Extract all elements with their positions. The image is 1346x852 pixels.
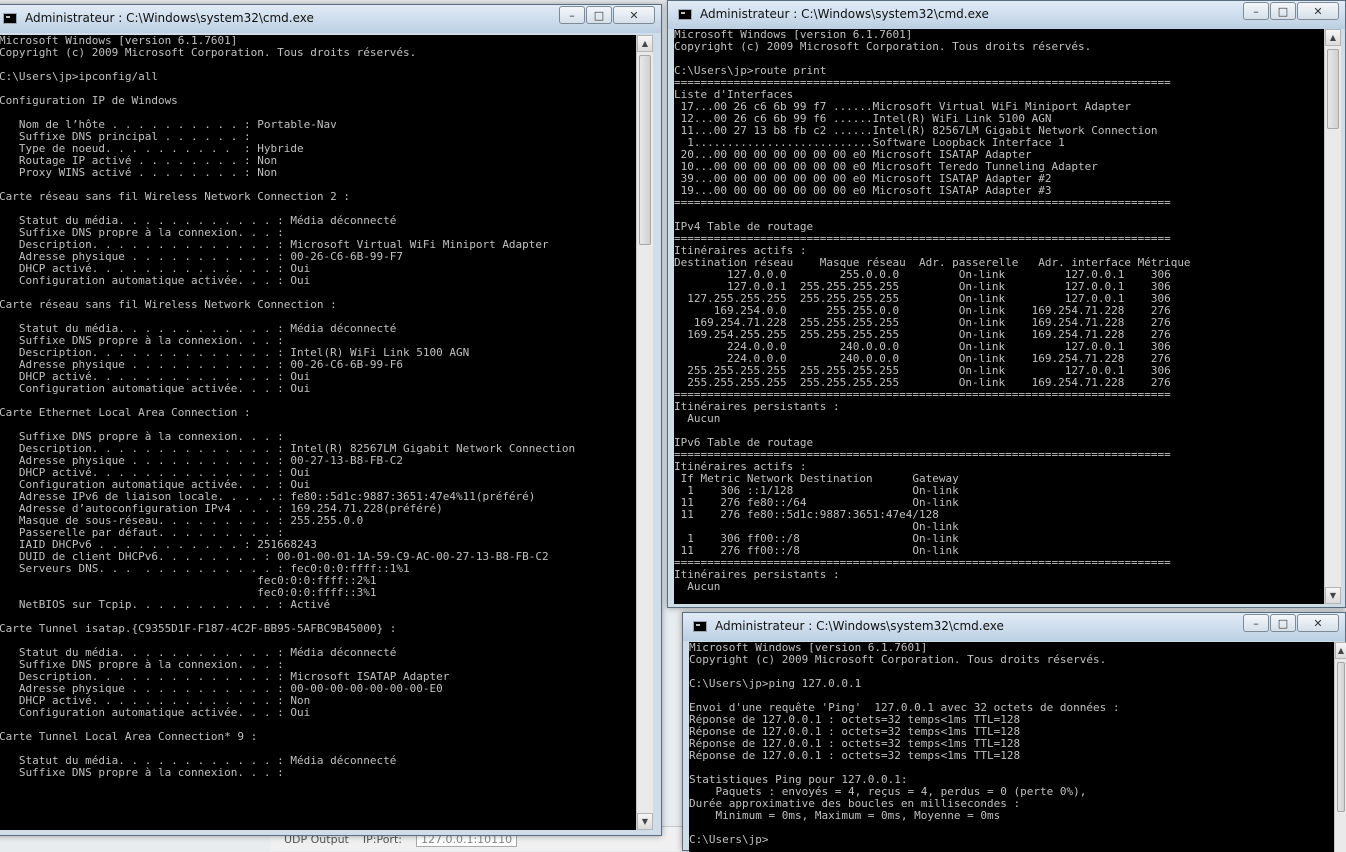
- cmd-window-route-print[interactable]: Administrateur : C:\Windows\system32\cmd…: [667, 0, 1346, 608]
- close-button[interactable]: ✕: [1297, 614, 1339, 632]
- vertical-scrollbar[interactable]: ▲ ▼: [636, 35, 653, 830]
- vertical-scrollbar[interactable]: ▲ ▼: [1324, 29, 1341, 604]
- console-output[interactable]: Microsoft Windows [version 6.1.7601] Cop…: [674, 29, 1324, 604]
- maximize-button[interactable]: □: [1270, 614, 1296, 632]
- cmd-window-ping[interactable]: Administrateur : C:\Windows\system32\cmd…: [682, 612, 1346, 852]
- minimize-button[interactable]: –: [1243, 2, 1269, 20]
- vertical-scrollbar[interactable]: ▲: [1334, 642, 1346, 852]
- maximize-button[interactable]: □: [586, 6, 612, 24]
- scroll-up-icon[interactable]: ▲: [637, 35, 653, 52]
- title-bar[interactable]: Administrateur : C:\Windows\system32\cmd…: [683, 613, 1345, 641]
- scroll-down-icon[interactable]: ▼: [637, 813, 653, 830]
- cmd-icon: [3, 13, 17, 24]
- scrollbar-thumb[interactable]: [1327, 49, 1339, 129]
- window-title: Administrateur : C:\Windows\system32\cmd…: [25, 11, 314, 25]
- console-text: Microsoft Windows [version 6.1.7601] Cop…: [689, 642, 1120, 846]
- scrollbar-thumb[interactable]: [639, 55, 651, 245]
- cmd-icon: [693, 621, 707, 632]
- console-output[interactable]: Microsoft Windows [version 6.1.7601] Cop…: [689, 642, 1334, 852]
- scroll-up-icon[interactable]: ▲: [1335, 642, 1346, 659]
- scroll-down-icon[interactable]: ▼: [1325, 587, 1341, 604]
- console-output[interactable]: Microsoft Windows [version 6.1.7601] Cop…: [0, 35, 636, 830]
- console-text: Microsoft Windows [version 6.1.7601] Cop…: [674, 29, 1191, 593]
- title-bar[interactable]: Administrateur : C:\Windows\system32\cmd…: [0, 5, 661, 33]
- window-title: Administrateur : C:\Windows\system32\cmd…: [715, 619, 1004, 633]
- scroll-up-icon[interactable]: ▲: [1325, 29, 1341, 46]
- maximize-button[interactable]: □: [1270, 2, 1296, 20]
- title-bar[interactable]: Administrateur : C:\Windows\system32\cmd…: [668, 1, 1345, 29]
- minimize-button[interactable]: –: [559, 6, 585, 24]
- cmd-window-ipconfig[interactable]: Administrateur : C:\Windows\system32\cmd…: [0, 4, 662, 836]
- close-button[interactable]: ✕: [1297, 2, 1339, 20]
- cmd-icon: [678, 9, 692, 20]
- window-title: Administrateur : C:\Windows\system32\cmd…: [700, 7, 989, 21]
- minimize-button[interactable]: –: [1243, 614, 1269, 632]
- scrollbar-thumb[interactable]: [1337, 662, 1345, 812]
- close-button[interactable]: ✕: [613, 6, 655, 24]
- console-text: Microsoft Windows [version 6.1.7601] Cop…: [0, 35, 576, 779]
